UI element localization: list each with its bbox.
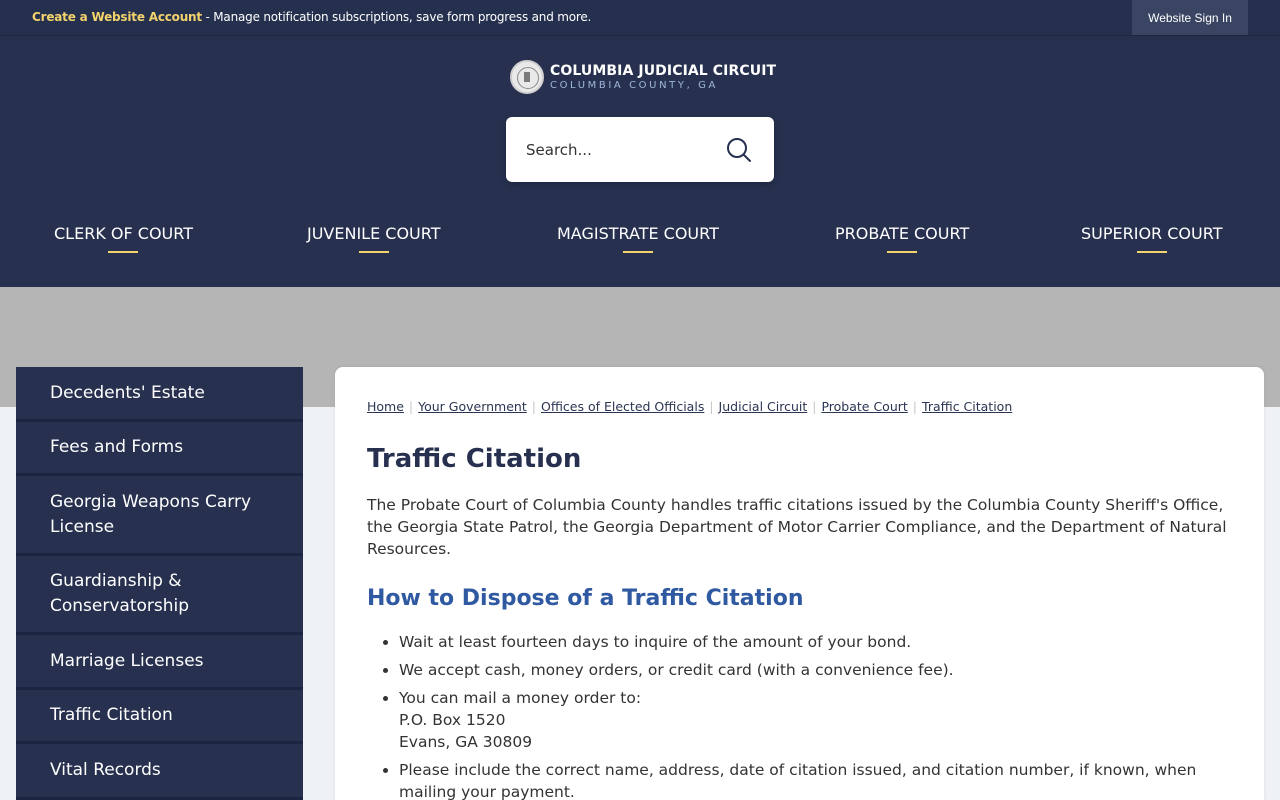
mail-address-line-2: Evans, GA 30809 bbox=[399, 733, 533, 751]
intro-paragraph: The Probate Court of Columbia County han… bbox=[367, 496, 1227, 558]
account-notice: Create a Website Account - Manage notifi… bbox=[32, 10, 591, 24]
breadcrumb-your-government[interactable]: Your Government bbox=[418, 399, 527, 414]
list-item: We accept cash, money orders, or credit … bbox=[399, 659, 1232, 681]
nav-superior-court[interactable]: SUPERIOR COURT bbox=[1081, 224, 1222, 253]
page-title: Traffic Citation bbox=[367, 444, 582, 474]
sidebar-item-georgia-weapons-carry-license[interactable]: Georgia Weapons Carry License bbox=[16, 476, 303, 556]
main-content: Home | Your Government | Offices of Elected … bbox=[335, 367, 1264, 800]
instructions-list: Wait at least fourteen days to inquire o… bbox=[367, 631, 1232, 800]
sidebar-item-guardianship-conservatorship[interactable]: Guardianship & Conservatorship bbox=[16, 556, 303, 635]
sidebar-item-traffic-citation[interactable]: Traffic Citation bbox=[16, 690, 303, 744]
breadcrumb: Home | Your Government | Offices of Elected … bbox=[367, 399, 1013, 414]
site-logo[interactable]: COLUMBIA JUDICIAL CIRCUIT COLUMBIA COUNT… bbox=[510, 60, 776, 94]
nav-magistrate-court[interactable]: MAGISTRATE COURT bbox=[557, 224, 719, 253]
search-box bbox=[506, 117, 774, 182]
section-heading: How to Dispose of a Traffic Citation bbox=[367, 586, 804, 611]
list-item: You can mail a money order to: P.O. Box … bbox=[399, 687, 1232, 753]
breadcrumb-offices-of-elected-officials[interactable]: Offices of Elected Officials bbox=[541, 399, 704, 414]
create-account-link[interactable]: Create a Website Account bbox=[32, 10, 202, 24]
list-item: Wait at least fourteen days to inquire o… bbox=[399, 631, 1232, 653]
mail-address-line-1: P.O. Box 1520 bbox=[399, 711, 506, 729]
top-bar: Create a Website Account - Manage notifi… bbox=[0, 0, 1280, 36]
georgia-seal-icon bbox=[510, 60, 544, 94]
sidebar-item-fees-and-forms[interactable]: Fees and Forms bbox=[16, 422, 303, 476]
logo-subtitle: COLUMBIA COUNTY, GA bbox=[550, 80, 718, 91]
nav-clerk-of-court[interactable]: CLERK OF COURT bbox=[54, 224, 193, 253]
site-header: COLUMBIA JUDICIAL CIRCUIT COLUMBIA COUNT… bbox=[0, 36, 1280, 287]
sidebar-item-decedents-estate[interactable]: Decedents' Estate bbox=[16, 367, 303, 422]
breadcrumb-home[interactable]: Home bbox=[367, 399, 404, 414]
sidebar-nav: Decedents' Estate Fees and Forms Georgia… bbox=[16, 367, 303, 800]
website-sign-in-button[interactable]: Website Sign In bbox=[1132, 0, 1248, 35]
logo-title: COLUMBIA JUDICIAL CIRCUIT bbox=[550, 63, 777, 79]
breadcrumb-probate-court[interactable]: Probate Court bbox=[821, 399, 907, 414]
account-notice-text: - Manage notification subscriptions, sav… bbox=[201, 10, 592, 24]
sidebar-item-marriage-licenses[interactable]: Marriage Licenses bbox=[16, 635, 303, 690]
breadcrumb-judicial-circuit[interactable]: Judicial Circuit bbox=[719, 399, 808, 414]
list-item: Please include the correct name, address… bbox=[399, 759, 1232, 800]
search-icon[interactable] bbox=[726, 137, 752, 163]
nav-juvenile-court[interactable]: JUVENILE COURT bbox=[307, 224, 440, 253]
search-input[interactable] bbox=[526, 137, 706, 163]
nav-probate-court[interactable]: PROBATE COURT bbox=[835, 224, 969, 253]
sidebar-item-vital-records[interactable]: Vital Records bbox=[16, 744, 303, 800]
breadcrumb-traffic-citation[interactable]: Traffic Citation bbox=[922, 399, 1012, 414]
